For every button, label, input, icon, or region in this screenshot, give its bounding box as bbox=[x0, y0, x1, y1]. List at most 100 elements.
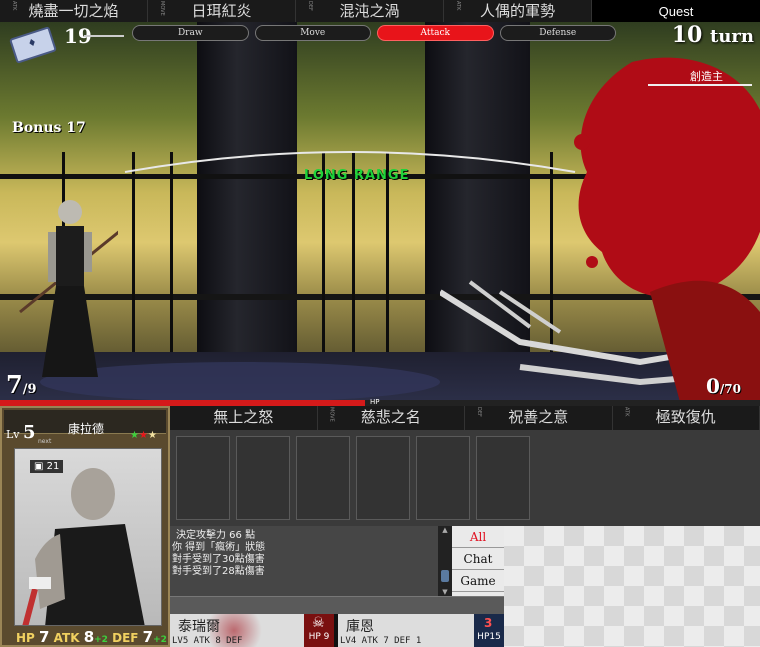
player-hp-max: /9 bbox=[22, 382, 37, 397]
battle-log: 決定攻擊力 66 點 你 得到「瘋術」狀態 對手受到了30點傷害 對手受到了28… bbox=[170, 526, 438, 596]
log-line: 你 得到「瘋術」狀態 bbox=[172, 542, 266, 553]
roster-stats: LV5 ATK 8 DEF bbox=[172, 636, 243, 646]
roster-hp-top: 3 bbox=[484, 616, 493, 630]
tab-all[interactable]: All bbox=[452, 526, 504, 548]
skill-type-tag: ATK bbox=[455, 1, 461, 11]
card-portrait bbox=[14, 448, 162, 626]
atk-label: ATK bbox=[53, 631, 80, 645]
card-next-label: next bbox=[38, 438, 52, 445]
log-line: 決定攻擊力 66 點 bbox=[176, 530, 256, 541]
skill-type-tag: MOVE bbox=[159, 1, 165, 16]
bottom-skill-slot-3[interactable]: DEF 祝善之意 bbox=[465, 406, 613, 430]
character-card[interactable]: 康拉德 ★★★ Lv 5 next ▣ 21 HP 7 ATK 8+2 DEF … bbox=[0, 406, 170, 647]
hand-card-slot[interactable] bbox=[176, 436, 230, 520]
top-skill-slot-3[interactable]: DEF 混沌之渦 bbox=[296, 0, 444, 22]
turn-word: turn bbox=[710, 26, 754, 47]
deck-divider bbox=[84, 35, 124, 37]
chat-tabs: All Chat Game bbox=[452, 526, 504, 596]
hp-bar-label: HP bbox=[370, 398, 380, 406]
chat-input-bar[interactable] bbox=[170, 596, 504, 614]
turn-number: 10 bbox=[671, 22, 703, 48]
hand-card-slot[interactable] bbox=[296, 436, 350, 520]
hand-card-slot[interactable] bbox=[476, 436, 530, 520]
hp-value: 7 bbox=[39, 628, 50, 646]
card-chip-count: 21 bbox=[46, 461, 60, 472]
skill-name: 日珥紅炎 bbox=[191, 2, 252, 20]
log-scroll-thumb[interactable] bbox=[441, 570, 449, 582]
scroll-up-icon[interactable]: ▲ bbox=[438, 526, 452, 534]
skill-type-tag: DEF bbox=[307, 1, 313, 11]
skill-name: 無上之怒 bbox=[213, 408, 274, 426]
enemy-name-divider bbox=[648, 84, 752, 86]
roster-hp-value: HP15 bbox=[477, 632, 501, 642]
phase-draw[interactable]: Draw bbox=[132, 25, 249, 41]
roster-hp-value: HP 9 bbox=[308, 632, 330, 642]
hand-card-slot[interactable] bbox=[356, 436, 410, 520]
def-bonus: +2 bbox=[153, 635, 167, 645]
fence-bar bbox=[170, 152, 173, 352]
bottom-skill-slot-1[interactable]: 無上之怒 bbox=[170, 406, 318, 430]
enemy-hp: 0/70 bbox=[706, 374, 741, 398]
skull-icon: ☠ bbox=[312, 615, 325, 631]
skill-type-tag: ATK bbox=[11, 1, 17, 11]
def-label: DEF bbox=[112, 631, 139, 645]
phase-move[interactable]: Move bbox=[254, 25, 371, 41]
distance-indicator: LONG RANGE bbox=[304, 168, 410, 183]
roster-hp: ☠ HP 9 bbox=[304, 614, 334, 647]
roster-name: 庫恩 bbox=[346, 619, 374, 635]
skill-name: 祝善之意 bbox=[508, 408, 569, 426]
top-skill-bar: ATK 燒盡一切之焰 MOVE 日珥紅炎 DEF 混沌之渦 ATK 人偶的軍勢 bbox=[0, 0, 592, 22]
stone-pillar bbox=[197, 22, 297, 402]
quest-tab[interactable]: Quest bbox=[592, 0, 760, 22]
skill-name: 燒盡一切之焰 bbox=[28, 2, 119, 20]
top-skill-slot-4[interactable]: ATK 人偶的軍勢 bbox=[444, 0, 592, 22]
fence-bar bbox=[132, 152, 135, 352]
bottom-skill-slot-2[interactable]: MOVE 慈悲之名 bbox=[318, 406, 465, 430]
log-line: 對手受到了30點傷害 bbox=[172, 554, 265, 565]
skill-name: 混沌之渦 bbox=[339, 2, 400, 20]
def-value: 7 bbox=[142, 628, 154, 646]
player-hp: 7/9 bbox=[6, 370, 37, 399]
scroll-down-icon[interactable]: ▼ bbox=[438, 588, 452, 596]
player-hp-current: 7 bbox=[6, 370, 23, 399]
skill-name: 極致復仇 bbox=[655, 408, 716, 426]
blood-splash bbox=[574, 57, 760, 298]
card-chip-icon: ▣ bbox=[34, 461, 44, 472]
skill-name: 人偶的軍勢 bbox=[479, 2, 555, 20]
skill-type-tag: ATK bbox=[623, 407, 630, 417]
skill-type-tag: MOVE bbox=[328, 407, 335, 422]
bottom-skill-bar: 無上之怒 MOVE 慈悲之名 DEF 祝善之意 ATK 極致復仇 bbox=[170, 406, 760, 430]
tab-game[interactable]: Game bbox=[452, 570, 504, 592]
log-scrollbar[interactable]: ▲ ▼ bbox=[438, 526, 452, 596]
card-name: 康拉德 bbox=[68, 422, 105, 436]
deck-card-icon: ♦ bbox=[9, 26, 57, 64]
bottom-skill-slot-4[interactable]: ATK 極致復仇 bbox=[613, 406, 760, 430]
hand-card-slot[interactable] bbox=[236, 436, 290, 520]
card-stats: HP 7 ATK 8+2 DEF 7+2 bbox=[16, 628, 167, 646]
hand-area bbox=[170, 430, 760, 526]
card-rarity-stars: ★★★ bbox=[130, 430, 157, 441]
turn-counter: 10 turn bbox=[655, 22, 760, 50]
top-skill-slot-1[interactable]: ATK 燒盡一切之焰 bbox=[0, 0, 148, 22]
phase-bar: Draw Move Attack Defense bbox=[132, 25, 616, 41]
tab-chat[interactable]: Chat bbox=[452, 548, 504, 570]
battle-scene: Draw Move Attack Defense ♦ 19 Bonus 17 1… bbox=[0, 22, 760, 402]
hand-card-slot[interactable] bbox=[416, 436, 470, 520]
roster-entry[interactable]: 泰瑞爾 LV5 ATK 8 DEF ☠ HP 9 bbox=[170, 614, 334, 647]
atk-value: 8 bbox=[83, 628, 95, 646]
hp-label: HP bbox=[16, 631, 35, 645]
atk-bonus: +2 bbox=[94, 635, 108, 645]
roster-entry[interactable]: 庫恩 LV4 ATK 7 DEF 1 3 HP15 bbox=[338, 614, 504, 647]
player-character bbox=[19, 200, 118, 377]
phase-attack[interactable]: Attack bbox=[377, 25, 494, 41]
top-skill-slot-2[interactable]: MOVE 日珥紅炎 bbox=[148, 0, 296, 22]
enemy-hp-current: 0 bbox=[706, 374, 720, 398]
roster-hp: 3 HP15 bbox=[474, 614, 504, 647]
phase-defense[interactable]: Defense bbox=[499, 25, 616, 41]
card-chip-badge: ▣ 21 bbox=[30, 460, 64, 473]
bonus-label: Bonus 17 bbox=[12, 120, 86, 136]
enemy-hp-max: /70 bbox=[719, 382, 742, 396]
enemy-name: 創造主 bbox=[690, 70, 723, 83]
chat-panel-background bbox=[504, 526, 760, 647]
skill-name: 慈悲之名 bbox=[360, 408, 421, 426]
